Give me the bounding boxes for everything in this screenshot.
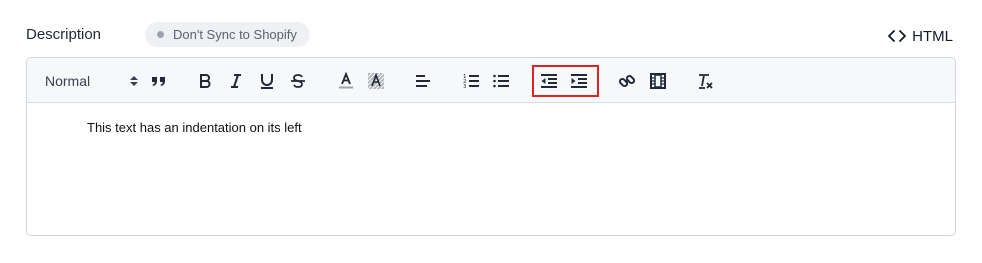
editor-content-area[interactable]: This text has an indentation on its left — [27, 103, 955, 235]
underline-button[interactable] — [256, 70, 278, 92]
align-button[interactable] — [412, 70, 434, 92]
indent-button[interactable] — [568, 70, 590, 92]
code-brackets-icon — [888, 30, 907, 42]
italic-icon — [231, 74, 241, 88]
blockquote-icon — [152, 77, 165, 86]
bullet-list-icon — [493, 74, 509, 88]
underline-icon — [261, 74, 273, 89]
bullet-list-button[interactable] — [490, 70, 512, 92]
film-icon — [650, 73, 666, 89]
italic-button[interactable] — [225, 70, 247, 92]
editor-toolbar: Normal 1 2 3 — [27, 58, 955, 103]
background-color-button[interactable] — [365, 70, 387, 92]
field-label: Description — [26, 26, 102, 43]
bold-icon — [200, 74, 211, 88]
strikethrough-icon — [291, 74, 305, 88]
video-button[interactable] — [647, 70, 669, 92]
format-select-value: Normal — [45, 73, 91, 89]
indent-icon — [571, 74, 587, 88]
outdent-icon — [541, 74, 557, 88]
font-color-icon — [339, 72, 353, 89]
align-left-icon — [416, 75, 430, 87]
select-arrows-icon — [130, 76, 138, 86]
sync-status-badge[interactable]: Don't Sync to Shopify — [145, 22, 310, 47]
status-dot-icon — [157, 31, 164, 38]
strikethrough-button[interactable] — [287, 70, 309, 92]
description-field-header: Description Don't Sync to Shopify HTML — [26, 22, 956, 48]
html-toggle-button[interactable]: HTML — [887, 26, 953, 46]
font-color-button[interactable] — [335, 70, 357, 92]
outdent-button[interactable] — [538, 70, 560, 92]
bold-button[interactable] — [194, 70, 216, 92]
link-button[interactable] — [616, 70, 638, 92]
ordered-list-button[interactable]: 1 2 3 — [460, 70, 482, 92]
rich-text-editor: Normal 1 2 3 This text has an indentatio… — [26, 57, 956, 236]
ordered-list-icon: 1 2 3 — [463, 74, 479, 90]
blockquote-button[interactable] — [148, 70, 170, 92]
clear-formatting-button[interactable] — [694, 70, 716, 92]
clear-formatting-icon — [699, 74, 713, 89]
indented-paragraph: This text has an indentation on its left — [87, 120, 302, 135]
link-icon — [618, 74, 636, 88]
html-toggle-label: HTML — [912, 27, 953, 45]
sync-badge-label: Don't Sync to Shopify — [173, 27, 297, 42]
background-color-icon — [367, 72, 385, 90]
format-select[interactable]: Normal — [45, 69, 139, 93]
svg-text:3: 3 — [463, 84, 467, 90]
